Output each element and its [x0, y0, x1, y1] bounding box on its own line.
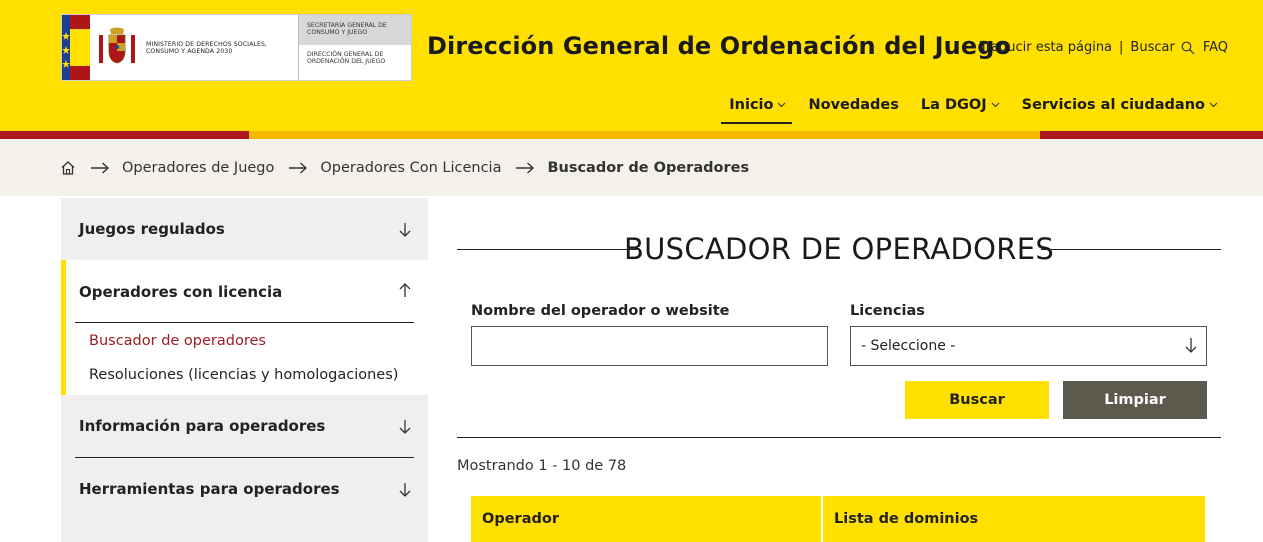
sidebar-divider [75, 322, 414, 323]
color-bar-yellow [249, 131, 1040, 139]
column-header-lista-de-dominios[interactable]: Lista de dominios [823, 496, 1205, 542]
arrow-down-icon [399, 223, 411, 237]
search-link[interactable]: Buscar [1130, 40, 1174, 55]
breadcrumb-item-operadores-con-licencia[interactable]: Operadores Con Licencia [320, 160, 501, 176]
sidebar-item-label: Información para operadores [79, 417, 326, 435]
chevron-down-icon [778, 102, 786, 108]
nav-item-novedades[interactable]: Novedades [808, 97, 898, 119]
nav-label: Inicio [729, 97, 774, 113]
results-table-header: Operador Lista de dominios [471, 496, 1205, 542]
flag-color-bar [0, 131, 1263, 139]
faq-link[interactable]: FAQ [1203, 40, 1228, 55]
select-value: - Seleccione - [861, 338, 956, 354]
sidebar-item-label: Juegos regulados [79, 220, 225, 238]
flag-icon [62, 15, 90, 80]
column-header-operador[interactable]: Operador [471, 496, 821, 542]
licencias-field-label: Licencias [850, 303, 925, 319]
utility-links: Traducir esta página | Buscar FAQ [980, 40, 1228, 55]
page-title: BUSCADOR DE OPERADORES [623, 232, 1055, 266]
page-heading-block: BUSCADOR DE OPERADORES [457, 230, 1221, 270]
link-separator: | [1119, 40, 1124, 55]
operator-field-label: Nombre del operador o website [471, 303, 730, 319]
site-header: MINISTERIO DE DERECHOS SOCIALES, CONSUMO… [0, 0, 1263, 131]
arrow-down-icon [399, 483, 411, 497]
government-logo[interactable]: MINISTERIO DE DERECHOS SOCIALES, CONSUMO… [61, 14, 412, 81]
sidebar-item-juegos-regulados[interactable]: Juegos regulados [61, 198, 428, 260]
arrow-right-icon [90, 161, 110, 174]
breadcrumb-current: Buscador de Operadores [547, 159, 750, 176]
sidebar-item-herramientas-para-operadores[interactable]: Herramientas para operadores [61, 458, 428, 520]
secretaria-name: SECRETARÍA GENERAL DE CONSUMO Y JUEGO [299, 15, 411, 45]
nav-item-inicio[interactable]: Inicio [721, 97, 793, 124]
nav-item-servicios[interactable]: Servicios al ciudadano [1022, 97, 1218, 119]
arrow-down-icon [1185, 338, 1197, 353]
nav-item-la-dgoj[interactable]: La DGOJ [921, 97, 1000, 119]
results-count: Mostrando 1 - 10 de 78 [457, 458, 627, 474]
nav-label: La DGOJ [920, 97, 987, 113]
chevron-down-icon [1209, 102, 1218, 108]
color-bar-red [0, 131, 249, 139]
arrow-right-icon [288, 161, 308, 174]
direccion-name: DIRECCIÓN GENERAL DE ORDENACIÓN DEL JUEG… [307, 51, 386, 66]
color-bar-red [1040, 131, 1263, 139]
coat-of-arms-icon [99, 27, 135, 64]
operator-search-input[interactable] [471, 326, 828, 366]
arrow-up-icon [399, 283, 411, 297]
breadcrumb-item-operadores-de-juego[interactable]: Operadores de Juego [122, 160, 274, 176]
search-button[interactable]: Buscar [905, 381, 1049, 419]
arrow-down-icon [399, 420, 411, 434]
content-divider [457, 437, 1221, 438]
breadcrumb: Operadores de Juego Operadores Con Licen… [0, 139, 1263, 196]
sidebar: Juegos regulados Operadores con licencia… [61, 198, 428, 542]
sidebar-subitem-buscador-de-operadores[interactable]: Buscador de operadores [89, 333, 266, 349]
arrow-right-icon [515, 161, 535, 174]
sidebar-expanded-section: Operadores con licencia Buscador de oper… [61, 260, 428, 395]
translate-link[interactable]: Traducir esta página [980, 40, 1112, 55]
nav-label: Novedades [808, 97, 899, 113]
sidebar-item-operadores-con-licencia[interactable]: Operadores con licencia [61, 260, 428, 322]
ministry-name: MINISTERIO DE DERECHOS SOCIALES, CONSUMO… [146, 41, 268, 56]
licencias-select[interactable]: - Seleccione - [850, 326, 1207, 366]
search-icon[interactable] [1181, 41, 1195, 55]
sidebar-item-label: Operadores con licencia [79, 283, 283, 301]
sidebar-subitem-resoluciones[interactable]: Resoluciones (licencias y homologaciones… [89, 367, 398, 383]
nav-label: Servicios al ciudadano [1021, 97, 1205, 113]
site-title[interactable]: Dirección General de Ordenación del Jueg… [427, 32, 1011, 60]
clear-button[interactable]: Limpiar [1063, 381, 1207, 419]
main-navigation: Inicio Novedades La DGOJ Servicios al ci… [707, 97, 1218, 124]
home-icon[interactable] [60, 160, 76, 176]
chevron-down-icon [991, 102, 1000, 108]
sidebar-item-label: Herramientas para operadores [79, 480, 340, 498]
sidebar-item-informacion-para-operadores[interactable]: Información para operadores [61, 395, 428, 457]
